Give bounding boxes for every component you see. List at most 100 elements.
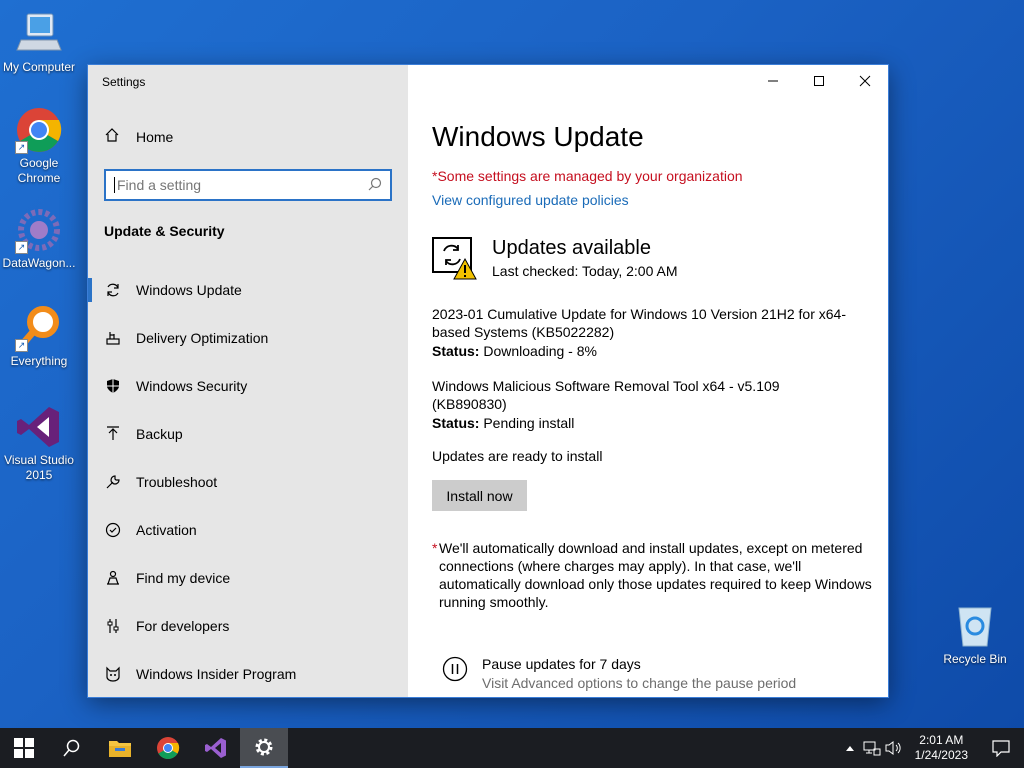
home-label: Home (136, 128, 174, 145)
action-center-button[interactable] (978, 728, 1024, 768)
network-button[interactable] (861, 728, 883, 768)
sidebar-item-label: For developers (136, 618, 230, 634)
computer-icon (15, 10, 63, 58)
sidebar-item-label: Activation (136, 522, 197, 538)
delivery-icon (104, 329, 122, 347)
search-icon (368, 177, 382, 194)
managed-notice: *Some settings are managed by your organ… (432, 168, 743, 184)
sidebar-nav: Windows Update Delivery Optimization Win… (88, 266, 408, 697)
taskbar: 2:01 AM 1/24/2023 (0, 728, 1024, 768)
sliders-icon (104, 617, 122, 635)
notification-icon (992, 740, 1010, 757)
home-icon (104, 127, 120, 146)
desktop-icon-label: Everything (10, 354, 68, 368)
sidebar-item-activation[interactable]: Activation (88, 506, 408, 554)
update-item: 2023-01 Cumulative Update for Windows 10… (432, 305, 852, 360)
note-text: We'll automatically download and install… (439, 540, 872, 610)
search-input[interactable]: Find a setting (104, 169, 392, 201)
gear-icon (255, 738, 273, 756)
desktop-icon-chrome[interactable]: ↗ Google Chrome (0, 106, 78, 186)
note-asterisk: * (432, 540, 438, 556)
sidebar-item-troubleshoot[interactable]: Troubleshoot (88, 458, 408, 506)
chevron-up-icon (845, 746, 854, 751)
visual-studio-icon (15, 403, 63, 451)
pause-title: Pause updates for 7 days (482, 656, 641, 672)
sidebar-item-for-developers[interactable]: For developers (88, 602, 408, 650)
update-status: Updates available Last checked: Today, 2… (432, 237, 678, 286)
status-label: Status: (432, 415, 480, 431)
view-policies-link[interactable]: View configured update policies (432, 192, 629, 208)
speaker-icon (885, 741, 901, 755)
shield-icon (104, 377, 122, 395)
update-name: Windows Malicious Software Removal Tool … (432, 378, 780, 412)
sync-icon (104, 281, 122, 299)
sidebar-item-delivery-optimization[interactable]: Delivery Optimization (88, 314, 408, 362)
taskbar-file-explorer[interactable] (96, 728, 144, 768)
install-now-button[interactable]: Install now (432, 480, 527, 511)
shortcut-arrow-icon: ↗ (15, 241, 28, 254)
datawagon-icon: ↗ (15, 206, 63, 254)
sidebar-item-windows-security[interactable]: Windows Security (88, 362, 408, 410)
pause-icon (442, 656, 468, 687)
chrome-icon (157, 737, 180, 759)
update-status-text: Downloading - 8% (483, 343, 597, 359)
shortcut-arrow-icon: ↗ (15, 141, 28, 154)
sidebar-item-label: Backup (136, 426, 183, 442)
desktop-icon-label: Recycle Bin (943, 652, 1007, 666)
search-placeholder: Find a setting (117, 177, 202, 193)
taskbar-visual-studio[interactable] (192, 728, 240, 768)
desktop-icon-label: DataWagon... (2, 256, 76, 270)
desktop-icon-my-computer[interactable]: My Computer (0, 10, 78, 75)
recycle-bin-icon (951, 602, 999, 650)
taskbar-chrome[interactable] (144, 728, 192, 768)
clock[interactable]: 2:01 AM 1/24/2023 (905, 733, 978, 763)
insider-cat-icon (104, 665, 122, 683)
close-button[interactable] (842, 65, 888, 97)
start-button[interactable] (0, 728, 48, 768)
volume-button[interactable] (883, 728, 905, 768)
update-item: Windows Malicious Software Removal Tool … (432, 377, 812, 432)
update-warning-icon (432, 237, 478, 286)
sidebar-item-find-my-device[interactable]: Find my device (88, 554, 408, 602)
sidebar-item-windows-insider-program[interactable]: Windows Insider Program (88, 650, 408, 697)
text-caret (114, 177, 115, 193)
chrome-icon: ↗ (15, 106, 63, 154)
ready-text: Updates are ready to install (432, 448, 603, 464)
update-status-text: Pending install (483, 415, 575, 431)
search-taskbar-button[interactable] (48, 728, 96, 768)
last-checked: Last checked: Today, 2:00 AM (492, 263, 678, 279)
minimize-button[interactable] (750, 65, 796, 97)
system-tray: 2:01 AM 1/24/2023 (839, 728, 1024, 768)
sidebar-item-label: Windows Update (136, 282, 242, 298)
sidebar-item-label: Troubleshoot (136, 474, 218, 490)
sidebar-item-backup[interactable]: Backup (88, 410, 408, 458)
windows-logo-icon (14, 738, 34, 758)
wrench-icon (104, 473, 122, 491)
search-icon (63, 739, 80, 757)
backup-icon (104, 425, 122, 443)
person-icon (104, 569, 122, 587)
desktop-icon-label: My Computer (2, 60, 76, 74)
clock-date: 1/24/2023 (914, 748, 968, 762)
pause-updates-option[interactable]: Pause updates for 7 days Visit Advanced … (442, 656, 796, 691)
sidebar-item-label: Windows Security (136, 378, 248, 394)
desktop-icon-visual-studio[interactable]: Visual Studio 2015 (0, 403, 78, 483)
everything-search-icon: ↗ (15, 304, 63, 352)
section-title: Update & Security (104, 223, 225, 239)
status-title: Updates available (492, 237, 651, 259)
visual-studio-icon (205, 738, 226, 758)
sidebar-item-label: Delivery Optimization (136, 330, 269, 346)
sidebar-item-label: Find my device (136, 570, 231, 586)
show-hidden-icons-button[interactable] (839, 728, 861, 768)
desktop-icon-recycle-bin[interactable]: Recycle Bin (936, 602, 1014, 667)
desktop-icon-everything[interactable]: ↗ Everything (0, 304, 78, 369)
window-title: Settings (102, 75, 146, 89)
network-icon (863, 741, 881, 756)
check-circle-icon (104, 521, 122, 539)
sidebar-item-windows-update[interactable]: Windows Update (88, 266, 408, 314)
taskbar-settings[interactable] (240, 728, 288, 768)
maximize-button[interactable] (796, 65, 842, 97)
settings-window: Settings Home Find a setting Update & Se… (88, 65, 888, 697)
home-nav-item[interactable]: Home (104, 127, 173, 146)
desktop-icon-datawagon[interactable]: ↗ DataWagon... (0, 206, 78, 271)
